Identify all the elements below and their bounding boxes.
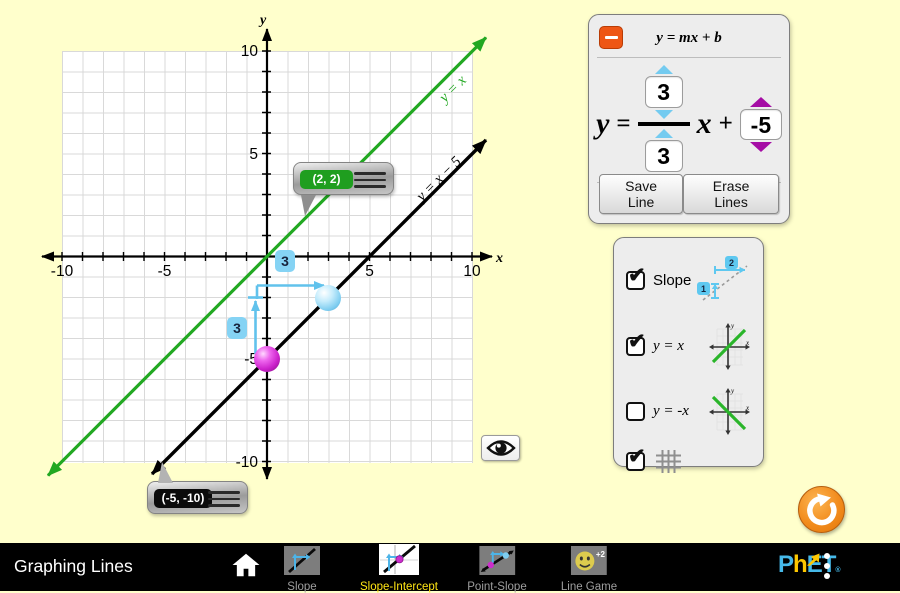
home-button[interactable] — [232, 553, 260, 577]
reset-all-button[interactable] — [798, 486, 845, 533]
rise-decrement-button[interactable] — [655, 110, 673, 119]
icon-run-label: 2 — [729, 258, 734, 268]
slope-intercept-tab-icon — [379, 544, 419, 575]
slope-tool — [248, 286, 324, 355]
line-game-tab-icon: +2 — [571, 546, 607, 575]
check-mark: ✔ — [628, 263, 646, 288]
intercept-point-handle[interactable] — [254, 346, 280, 372]
score-badge: +2 — [596, 550, 606, 559]
line-y-equals-x-label: y = x — [435, 72, 470, 107]
check-mark: ✔ — [628, 329, 646, 354]
line-y-equals-x-minus-5-label: y = x − 5 — [412, 153, 465, 206]
rise-increment-button[interactable] — [655, 65, 673, 74]
option-row-grid: ✔ — [626, 449, 751, 474]
rise-value-label: 3 — [227, 317, 247, 339]
menu-dot — [824, 553, 830, 559]
hide-lines-button[interactable] — [481, 435, 520, 461]
graphing-lines-app: -10 -5 5 10 10 5 -5 -10 x y y = x y = x … — [0, 0, 900, 591]
option-row-y-equals-x: ✔ y = x y x — [626, 321, 751, 371]
intercept-spinner: -5 — [740, 97, 782, 152]
slope-tab-icon — [284, 546, 320, 575]
grid-checkbox[interactable]: ✔ — [626, 452, 645, 471]
tab-slope-intercept[interactable]: Slope-Intercept — [360, 544, 438, 593]
logo-letter: h — [793, 551, 807, 578]
coordinate-value: (-5, -10) — [154, 489, 212, 508]
slope-point-handle[interactable] — [315, 285, 341, 311]
options-panel: ✔ Slope 1 2 ✔ y = x — [613, 237, 764, 467]
x-tick-label: -5 — [158, 263, 172, 280]
menu-button[interactable] — [824, 553, 830, 579]
sim-title: Graphing Lines — [14, 556, 133, 577]
phet-logo[interactable]: PhET® — [778, 551, 841, 579]
tab-label: Line Game — [561, 581, 617, 593]
equation-lhs: y — [596, 107, 609, 141]
y-tick-label: 5 — [249, 146, 258, 163]
equation-equals: = — [616, 110, 630, 138]
run-increment-button[interactable] — [655, 129, 673, 138]
run-value-box: 3 — [645, 140, 683, 172]
x-tick-label: -10 — [51, 263, 74, 280]
intercept-value-box: -5 — [740, 109, 782, 140]
equation-panel: y = mx + b y = 3 3 x + -5 Sa — [588, 14, 790, 224]
y-equals-neg-x-checkbox[interactable] — [626, 402, 645, 421]
mini-x-label: x — [745, 404, 750, 412]
check-mark: ✔ — [628, 444, 646, 469]
intercept-increment-button[interactable] — [750, 97, 772, 107]
intercept-decrement-button[interactable] — [750, 142, 772, 152]
option-row-slope: ✔ Slope 1 2 — [626, 256, 751, 304]
menu-dot — [824, 573, 830, 579]
y-equals-x-checkbox[interactable]: ✔ — [626, 337, 645, 356]
point-slope-tab-icon — [479, 546, 515, 575]
interactive-equation: y = 3 3 x + -5 — [589, 61, 789, 187]
tab-slope[interactable]: Slope — [284, 546, 320, 593]
y-equals-x-icon: y x — [707, 321, 751, 371]
equation-variable: x — [697, 107, 712, 141]
menu-dot — [824, 563, 830, 569]
drag-handle-icon[interactable] — [208, 491, 240, 511]
coordinate-value: (2, 2) — [300, 170, 353, 189]
slope-checkbox[interactable]: ✔ — [626, 271, 645, 290]
equation-plus: + — [719, 110, 733, 138]
eye-icon — [486, 438, 516, 458]
erase-lines-button[interactable]: Erase Lines — [683, 174, 779, 214]
slope-checkbox-label: Slope — [653, 272, 691, 289]
equation-panel-title: y = mx + b — [589, 30, 789, 47]
slope-fraction: 3 3 — [638, 65, 690, 183]
y-axis-label: y — [258, 13, 267, 28]
coordinate-tooltip-2-2[interactable]: (2, 2) — [293, 162, 394, 195]
drag-handle-icon[interactable] — [354, 172, 386, 192]
logo-letter: P — [778, 551, 793, 578]
run-value-label: 3 — [275, 250, 295, 272]
y-tick-label: -10 — [236, 454, 259, 471]
navigation-bar: Graphing Lines Slope — [0, 543, 900, 591]
slope-tool-icon: 1 2 — [695, 256, 751, 304]
tab-label: Slope — [284, 581, 320, 593]
x-axis-label: x — [495, 251, 503, 266]
fraction-bar — [638, 122, 690, 126]
tab-line-game[interactable]: +2 Line Game — [561, 546, 617, 593]
tooltip-tail — [158, 462, 173, 483]
y-tick-label: 10 — [241, 43, 259, 60]
divider — [597, 57, 781, 58]
rise-value-box: 3 — [645, 76, 683, 108]
option-row-y-equals-neg-x: y = -x y x — [626, 386, 751, 436]
y-equals-neg-x-label: y = -x — [653, 403, 689, 420]
tab-label: Point-Slope — [467, 581, 526, 593]
mini-x-label: x — [745, 339, 750, 347]
y-equals-x-label: y = x — [653, 338, 684, 355]
x-tick-label: 5 — [365, 263, 374, 280]
grid-icon — [655, 449, 682, 474]
reset-icon — [805, 493, 839, 527]
tooltip-tail — [301, 195, 316, 216]
tab-point-slope[interactable]: Point-Slope — [467, 546, 526, 593]
tab-label: Slope-Intercept — [360, 581, 438, 593]
y-equals-neg-x-icon: y x — [707, 386, 751, 436]
coordinate-tooltip-neg5-neg10[interactable]: (-5, -10) — [147, 481, 248, 514]
x-tick-label: 10 — [463, 263, 481, 280]
icon-rise-label: 1 — [701, 284, 706, 294]
logo-arrow-icon — [806, 553, 820, 566]
registered-mark: ® — [835, 567, 840, 574]
save-line-button[interactable]: Save Line — [599, 174, 683, 214]
